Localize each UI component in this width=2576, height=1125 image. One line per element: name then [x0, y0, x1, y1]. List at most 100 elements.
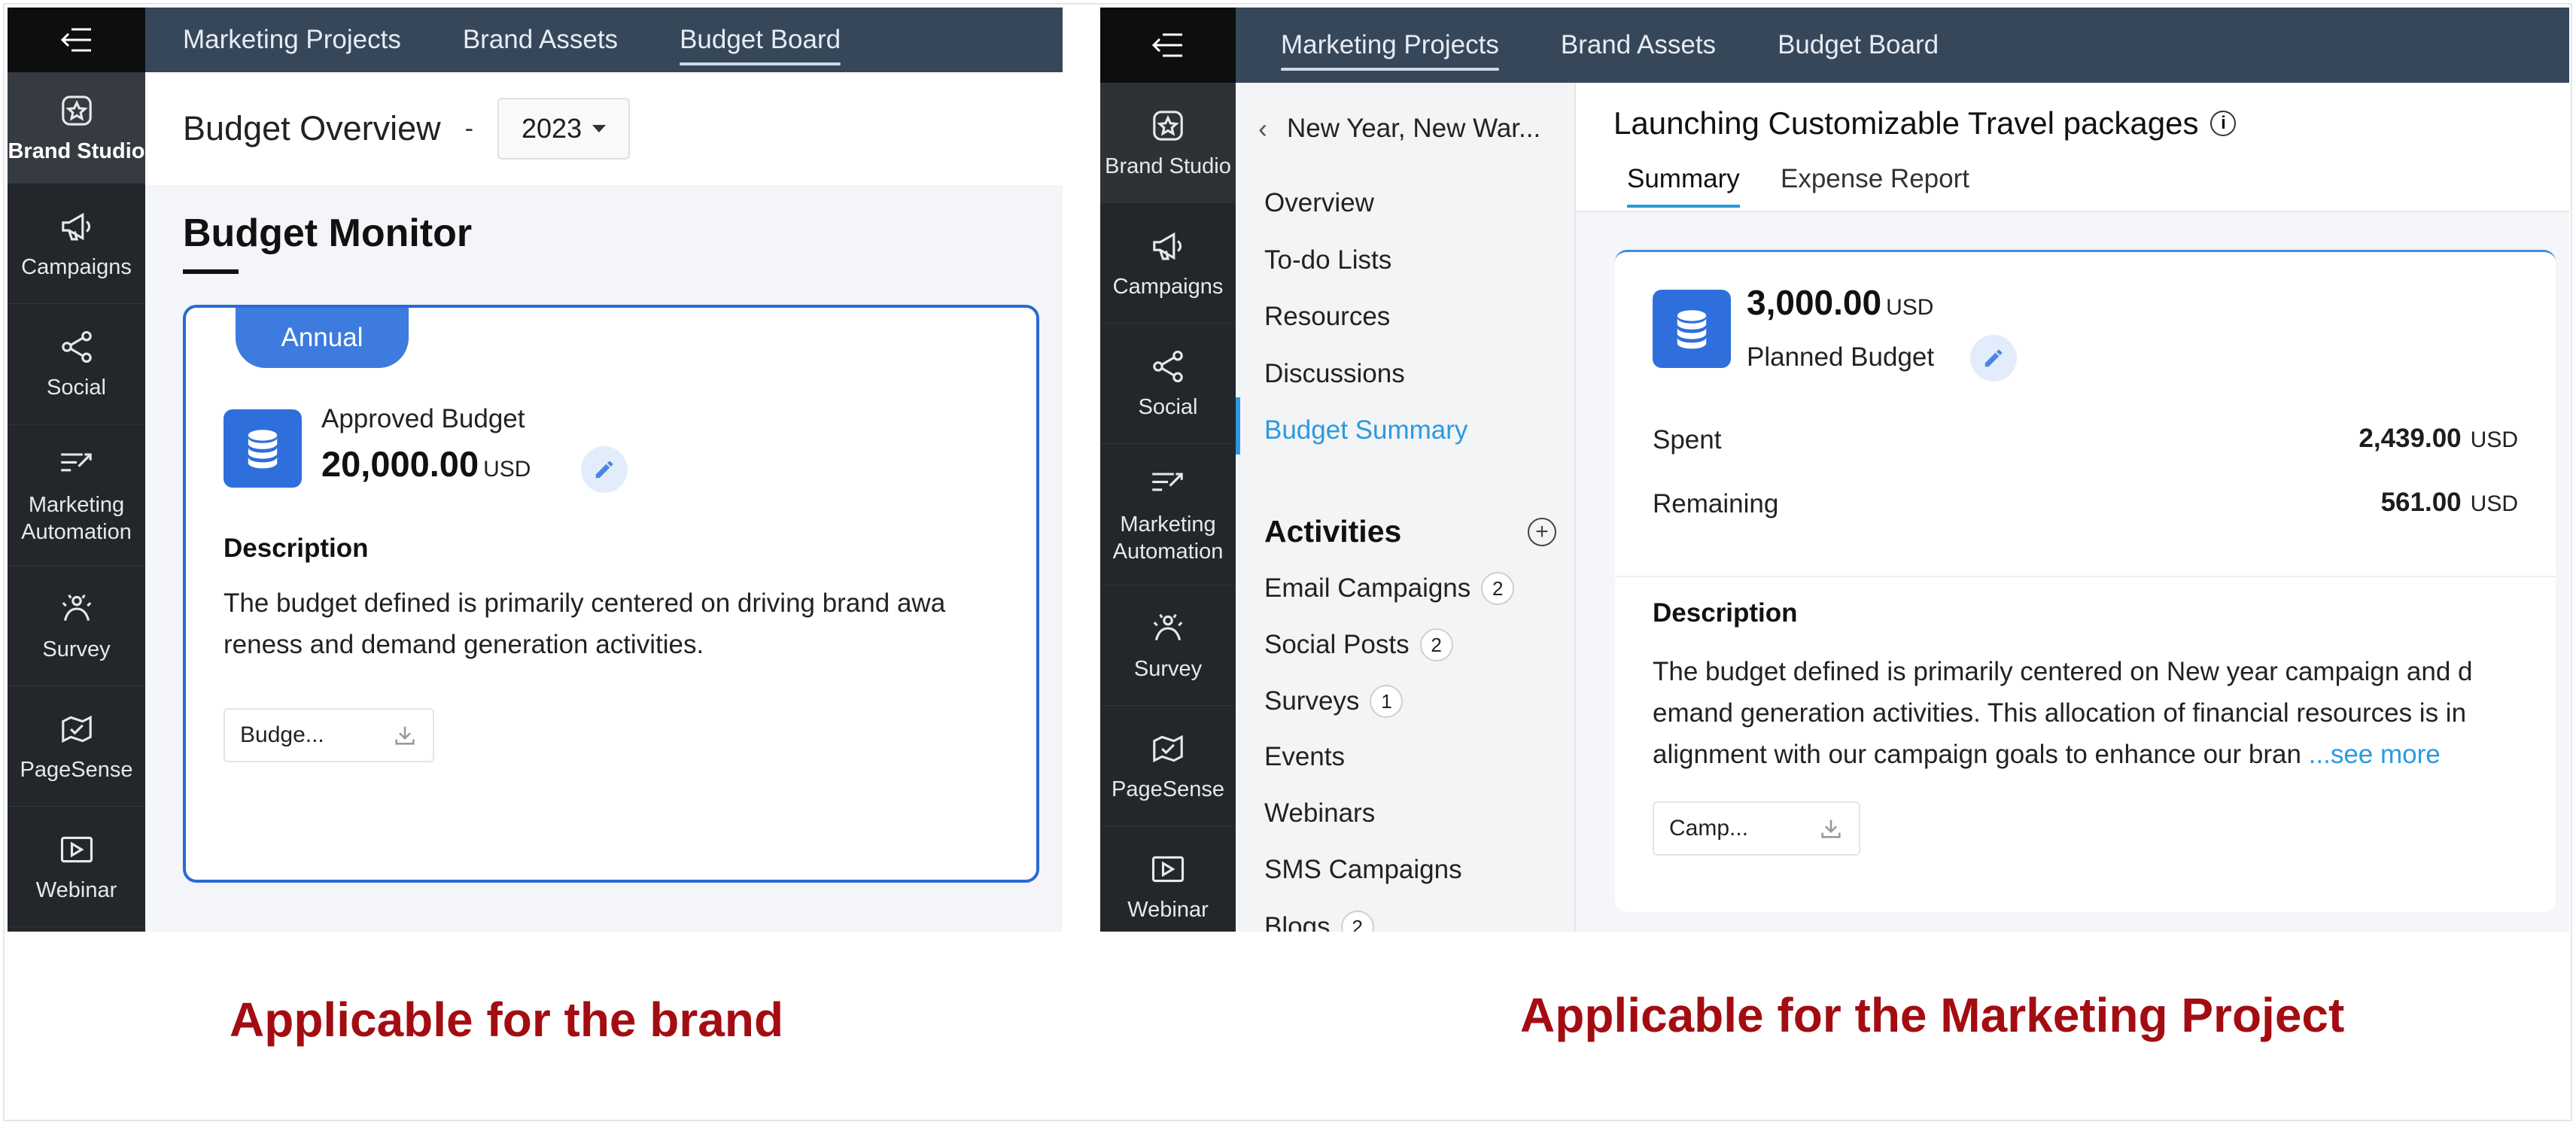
- divider: [1615, 576, 2556, 577]
- activities-heading: Activities: [1264, 514, 1402, 549]
- rail-label: Webinar: [35, 877, 117, 902]
- rail-item-social[interactable]: Social: [1100, 324, 1236, 444]
- spent-label: Spent: [1653, 425, 1722, 455]
- page-header: Budget Overview - 2023: [145, 72, 1063, 185]
- project-title-text: Launching Customizable Travel packages: [1613, 105, 2199, 141]
- nav-marketing-projects[interactable]: Marketing Projects: [183, 25, 401, 55]
- activity-label: Blogs: [1264, 912, 1331, 932]
- see-more-link[interactable]: ...see more: [2309, 740, 2441, 769]
- rail-label: Social: [47, 375, 106, 400]
- count-badge: 1: [1370, 685, 1404, 718]
- activity-label: Events: [1264, 742, 1345, 771]
- rail-item-webinar[interactable]: Webinar: [8, 807, 145, 927]
- rail-item-webinar[interactable]: Webinar: [1100, 826, 1236, 932]
- project-budget-screen: Brand Studio Campaigns Social Marketing …: [1100, 8, 2569, 932]
- plus-icon: +: [1535, 519, 1549, 544]
- nav-marketing-projects[interactable]: Marketing Projects: [1281, 30, 1499, 71]
- menu-collapse-button[interactable]: [1100, 8, 1236, 83]
- top-nav: Marketing Projects Brand Assets Budget B…: [1236, 8, 2569, 83]
- spent-value: 2,439.00 USD: [2359, 424, 2518, 454]
- rail-item-pagesense[interactable]: PageSense: [1100, 706, 1236, 826]
- info-icon[interactable]: i: [2210, 111, 2237, 136]
- approved-budget-card: Annual Approved Budget 20,000.00 USD Des…: [183, 305, 1039, 883]
- activity-blogs[interactable]: Blogs 2: [1264, 911, 1374, 932]
- download-icon[interactable]: [1818, 816, 1844, 841]
- nav-budget-board[interactable]: Budget Board: [680, 25, 841, 65]
- remaining-value: 561.00 USD: [2381, 488, 2518, 518]
- add-activity-button[interactable]: +: [1528, 518, 1556, 546]
- tab-expense-report[interactable]: Expense Report: [1781, 164, 1969, 205]
- rail-label: Marketing Automation: [21, 492, 132, 544]
- rail-item-pagesense[interactable]: PageSense: [8, 686, 145, 807]
- currency-label: USD: [483, 457, 531, 482]
- rail-label: PageSense: [1112, 777, 1224, 801]
- attachment-name: Camp...: [1669, 816, 1749, 841]
- survey-icon: [1153, 613, 1183, 640]
- nav-brand-assets[interactable]: Brand Assets: [463, 25, 618, 55]
- activity-social-posts[interactable]: Social Posts 2: [1264, 628, 1453, 661]
- rail-item-campaigns[interactable]: Campaigns: [8, 184, 145, 304]
- rail-item-brand-studio[interactable]: Brand Studio: [1100, 83, 1236, 203]
- sidebar-item-discussions[interactable]: Discussions: [1264, 359, 1405, 389]
- description-heading: Description: [1653, 598, 1798, 628]
- caption-project: Applicable for the Marketing Project: [1520, 988, 2345, 1042]
- activity-label: Email Campaigns: [1264, 573, 1471, 603]
- year-dropdown[interactable]: 2023: [497, 98, 631, 160]
- sidebar-item-todo-lists[interactable]: To-do Lists: [1264, 245, 1391, 275]
- activity-sms-campaigns[interactable]: SMS Campaigns: [1264, 855, 1462, 885]
- description-line: The budget defined is primarily centered…: [224, 588, 946, 618]
- automation-icon: [1152, 472, 1183, 491]
- tab-summary[interactable]: Summary: [1627, 164, 1740, 208]
- currency-label: USD: [2470, 491, 2518, 516]
- chevron-left-icon: ‹: [1258, 113, 1267, 144]
- rail-item-marketing-automation[interactable]: Marketing Automation: [1100, 444, 1236, 585]
- count-badge: 2: [1340, 911, 1374, 932]
- nav-brand-assets[interactable]: Brand Assets: [1561, 30, 1716, 60]
- activity-label: SMS Campaigns: [1264, 855, 1462, 884]
- rail-label: Brand Studio: [8, 138, 145, 163]
- back-to-project-button[interactable]: ‹ New Year, New War...: [1258, 113, 1540, 144]
- count-badge: 2: [1419, 628, 1453, 661]
- megaphone-icon: [1153, 232, 1182, 260]
- description-text: The budget defined is primarily centered…: [1653, 651, 2556, 775]
- download-icon[interactable]: [392, 722, 418, 748]
- activity-events[interactable]: Events: [1264, 742, 1345, 772]
- rail-item-survey[interactable]: Survey: [1100, 585, 1236, 706]
- automation-icon: [60, 452, 92, 471]
- sidebar-item-resources[interactable]: Resources: [1264, 302, 1390, 332]
- edit-budget-button[interactable]: [1970, 335, 2017, 382]
- selected-indicator: [1236, 397, 1240, 455]
- annual-tab[interactable]: Annual: [236, 308, 409, 368]
- count-badge: 2: [1481, 572, 1515, 605]
- attachment-chip[interactable]: Budge...: [224, 708, 434, 762]
- rail-label: Survey: [1133, 656, 1203, 681]
- menu-collapse-button[interactable]: [8, 8, 145, 72]
- attachment-chip[interactable]: Camp...: [1653, 801, 1860, 856]
- caption-brand: Applicable for the brand: [230, 993, 784, 1047]
- activity-email-campaigns[interactable]: Email Campaigns 2: [1264, 572, 1515, 605]
- rail-item-campaigns[interactable]: Campaigns: [1100, 203, 1236, 324]
- sidebar-item-budget-summary[interactable]: Budget Summary: [1264, 415, 1467, 445]
- rail-item-brand-studio[interactable]: Brand Studio: [8, 72, 145, 184]
- edit-budget-button[interactable]: [581, 446, 628, 493]
- rail-label: Survey: [42, 637, 111, 661]
- currency-label: USD: [2470, 427, 2518, 452]
- activity-label: Social Posts: [1264, 630, 1410, 659]
- nav-budget-board[interactable]: Budget Board: [1778, 30, 1939, 60]
- menu-collapse-icon: [1151, 33, 1182, 57]
- webinar-icon: [60, 836, 93, 862]
- sidebar-item-overview[interactable]: Overview: [1264, 188, 1374, 218]
- webinar-icon: [1151, 856, 1185, 882]
- rail-item-survey[interactable]: Survey: [8, 566, 145, 686]
- activity-surveys[interactable]: Surveys 1: [1264, 685, 1404, 718]
- rail-item-social[interactable]: Social: [8, 304, 145, 424]
- rail-item-marketing-automation[interactable]: Marketing Automation: [8, 424, 145, 566]
- survey-icon: [62, 594, 91, 621]
- budget-amount-row: 20,000.00 USD: [321, 443, 531, 485]
- pagesense-icon: [61, 715, 92, 743]
- rail-label: Webinar: [1127, 897, 1209, 922]
- section-title: Budget Monitor: [183, 211, 473, 255]
- title-separator: -: [464, 114, 473, 143]
- activity-webinars[interactable]: Webinars: [1264, 798, 1375, 829]
- pencil-icon: [595, 461, 613, 479]
